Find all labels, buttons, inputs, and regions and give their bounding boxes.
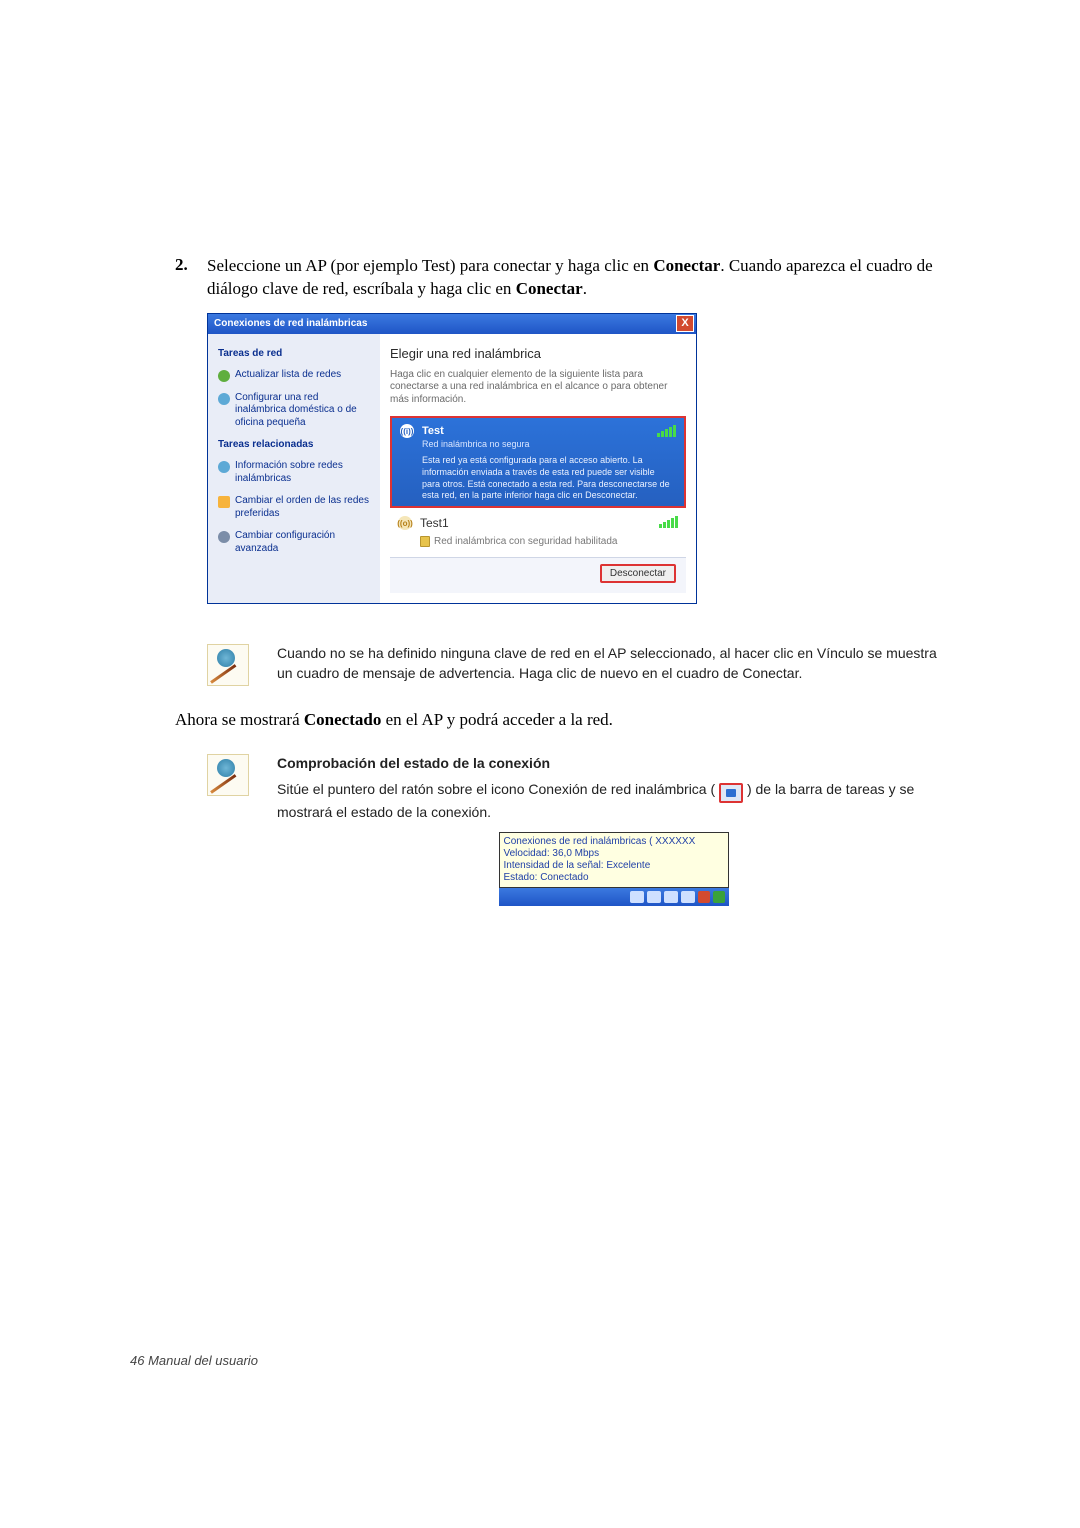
dialog-main: Elegir una red inalámbrica Haga clic en … <box>380 334 696 603</box>
dialog-heading: Elegir una red inalámbrica <box>390 346 686 361</box>
dialog-title: Conexiones de red inalámbricas <box>214 318 367 329</box>
tray-icon <box>630 891 644 903</box>
tray-wifi-icon <box>664 891 678 903</box>
sidebar-item-label: Actualizar lista de redes <box>235 369 341 382</box>
para-text-a: Ahora se mostrará <box>175 710 304 729</box>
sidebar-item-label: Cambiar el orden de las redes preferidas <box>235 495 370 520</box>
star-icon <box>218 496 230 508</box>
tooltip-box: Conexiones de red inalámbricas ( XXXXXX … <box>499 832 729 888</box>
paragraph-connected: Ahora se mostrará Conectado en el AP y p… <box>175 710 950 730</box>
note-icon <box>207 754 249 796</box>
sidebar-item-info[interactable]: Información sobre redes inalámbricas <box>218 460 370 485</box>
page-footer: 46 Manual del usuario <box>130 1353 258 1368</box>
gear-icon <box>218 531 230 543</box>
tooltip-line-1: Conexiones de red inalámbricas ( XXXXXX <box>504 836 724 848</box>
network-description: Esta red ya está configurada para el acc… <box>422 455 674 502</box>
network-security: Red inalámbrica con seguridad habilitada <box>434 536 617 547</box>
sidebar-item-label: Información sobre redes inalámbricas <box>235 460 370 485</box>
note-icon <box>207 644 249 686</box>
network-item-selected[interactable]: ((i)) Test Red inalámbrica no segura Est… <box>390 416 686 508</box>
note-block-2: Comprobación del estado de la conexión S… <box>207 754 950 906</box>
refresh-icon <box>218 370 230 382</box>
taskbar-tray <box>499 888 729 906</box>
tray-icon <box>647 891 661 903</box>
network-security: Red inalámbrica no segura <box>422 439 676 449</box>
para-text-b: Conectado <box>304 710 381 729</box>
network-item[interactable]: ((o)) Test1 Red inalámbrica con segurida… <box>390 508 686 557</box>
step-number: 2. <box>175 255 207 301</box>
setup-icon <box>218 393 230 405</box>
sidebar-item-label: Configurar una red inalámbrica doméstica… <box>235 392 370 430</box>
dialog-titlebar: Conexiones de red inalámbricas X <box>208 314 696 334</box>
note-text-a: Sitúe el puntero del ratón sobre el icon… <box>277 781 715 797</box>
note-block-1: Cuando no se ha definido ninguna clave d… <box>207 644 950 686</box>
tray-icon <box>698 891 710 903</box>
sidebar-heading-tasks: Tareas de red <box>218 348 370 359</box>
tray-wireless-icon <box>719 783 743 803</box>
note-heading: Comprobación del estado de la conexión <box>277 754 950 774</box>
step-text-1: Seleccione un AP (por ejemplo Test) para… <box>207 256 653 275</box>
tooltip-line-3: Intensidad de la señal: Excelente <box>504 860 724 872</box>
wifi-icon: ((i)) <box>400 424 414 438</box>
step-bold-2: Conectar <box>516 279 583 298</box>
tray-icon <box>713 891 725 903</box>
step-bold-1: Conectar <box>653 256 720 275</box>
tooltip-line-2: Velocidad: 36,0 Mbps <box>504 848 724 860</box>
step-text: Seleccione un AP (por ejemplo Test) para… <box>207 255 950 301</box>
para-text-c: en el AP y podrá acceder a la red. <box>381 710 613 729</box>
signal-icon <box>659 516 678 528</box>
signal-icon <box>657 425 676 437</box>
disconnect-button[interactable]: Desconectar <box>600 564 676 583</box>
network-name: Test <box>422 425 444 437</box>
sidebar-item-refresh[interactable]: Actualizar lista de redes <box>218 369 370 382</box>
wifi-icon: ((o)) <box>398 516 412 530</box>
sidebar-item-label: Cambiar configuración avanzada <box>235 530 370 555</box>
sidebar-item-advanced[interactable]: Cambiar configuración avanzada <box>218 530 370 555</box>
note-text: Sitúe el puntero del ratón sobre el icon… <box>277 780 950 823</box>
lock-icon <box>420 536 430 547</box>
tooltip-illustration: Conexiones de red inalámbricas ( XXXXXX … <box>499 832 729 906</box>
sidebar-item-setup[interactable]: Configurar una red inalámbrica doméstica… <box>218 392 370 430</box>
network-name: Test1 <box>420 516 651 530</box>
sidebar-heading-related: Tareas relacionadas <box>218 439 370 450</box>
dialog-description: Haga clic en cualquier elemento de la si… <box>390 369 686 407</box>
info-icon <box>218 461 230 473</box>
tray-icon <box>681 891 695 903</box>
dialog-footer: Desconectar <box>390 557 686 593</box>
wireless-dialog: Conexiones de red inalámbricas X Tareas … <box>207 313 697 604</box>
note-text: Cuando no se ha definido ninguna clave d… <box>277 644 950 686</box>
tooltip-line-4: Estado: Conectado <box>504 872 724 884</box>
dialog-sidebar: Tareas de red Actualizar lista de redes … <box>208 334 380 603</box>
close-icon[interactable]: X <box>676 315 694 332</box>
step-2: 2. Seleccione un AP (por ejemplo Test) p… <box>175 255 950 301</box>
step-text-3: . <box>583 279 587 298</box>
sidebar-item-order[interactable]: Cambiar el orden de las redes preferidas <box>218 495 370 520</box>
